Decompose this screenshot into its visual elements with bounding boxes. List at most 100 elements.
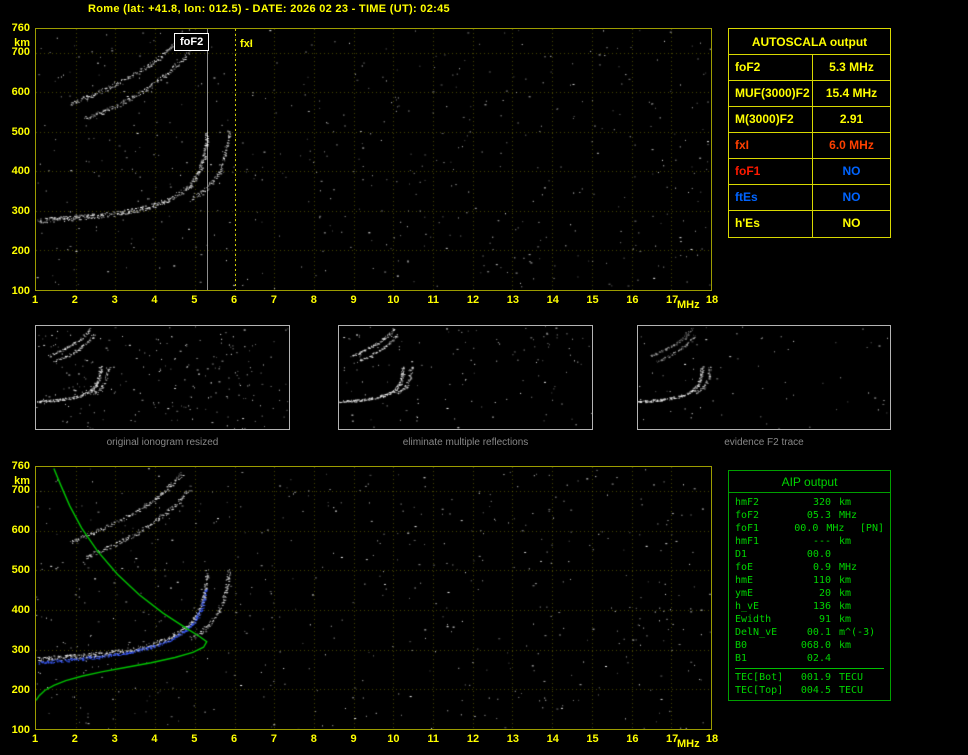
x-axis-tick-label: 3 xyxy=(111,733,118,745)
thumbnail-canvas-evidence-f2 xyxy=(638,326,890,429)
x-axis-tick-label: 6 xyxy=(231,733,238,745)
x-axis-tick-label: 11 xyxy=(427,733,440,745)
autoscala-value: 15.4 MHz xyxy=(825,86,878,100)
aip-unit: MHz xyxy=(826,523,845,534)
autoscala-value: NO xyxy=(842,216,861,230)
aip-tec-rows: TEC[Bot] 001.9 TECU TEC[Top] 004.5 TECU xyxy=(735,668,884,697)
aip-val: 00.0 xyxy=(806,549,831,560)
aip-unit: MHz xyxy=(839,562,858,573)
autoscala-value: 6.0 MHz xyxy=(829,138,874,152)
aip-name: Ewidth xyxy=(735,614,772,625)
x-axis-tick-label: 15 xyxy=(586,294,599,306)
y-axis-tick-label: 100 xyxy=(11,285,30,297)
x-axis-tick-label: 7 xyxy=(270,733,277,745)
aip-unit: km xyxy=(839,614,852,625)
aip-unit: km xyxy=(839,575,852,586)
autoscala-value: NO xyxy=(842,190,861,204)
aip-val: --- xyxy=(812,536,831,547)
x-axis-tick-label: 2 xyxy=(71,733,78,745)
aip-val: 05.3 xyxy=(806,510,831,521)
autoscala-param: fxI xyxy=(729,133,813,158)
y-axis-tick-label: 760 xyxy=(11,22,30,34)
autoscala-value: 5.3 MHz xyxy=(829,60,874,74)
ionogram-canvas-bottom xyxy=(36,467,711,729)
aip-val: 004.5 xyxy=(800,685,831,696)
aip-row: TEC[Top] 004.5 TECU xyxy=(735,684,884,697)
autoscala-value: 2.91 xyxy=(839,112,864,126)
aip-extra xyxy=(873,509,877,522)
x-axis-tick-label: 5 xyxy=(191,733,198,745)
aip-unit: km xyxy=(839,497,852,508)
thumbnail-caption-evidence-f2: evidence F2 trace xyxy=(724,437,804,448)
aip-val: 00.1 xyxy=(806,627,831,638)
x-axis-tick-label: 14 xyxy=(546,294,559,306)
aip-unit: MHz xyxy=(839,510,858,521)
y-axis-tick-label: 200 xyxy=(11,684,30,696)
autoscala-row: M(3000)F2 2.91 xyxy=(729,107,890,133)
y-axis-tick-label: 300 xyxy=(11,644,30,656)
autoscala-param: ftEs xyxy=(729,185,813,210)
x-axis-unit-label: MHz xyxy=(676,299,700,311)
y-axis-unit-label: km xyxy=(14,475,30,487)
aip-name: D1 xyxy=(735,549,748,560)
x-axis-tick-label: 14 xyxy=(546,733,559,745)
x-axis-tick-label: 8 xyxy=(310,733,317,745)
aip-name: B1 xyxy=(735,653,748,664)
aip-row: D1 00.0 xyxy=(735,548,884,561)
x-axis-tick-label: 13 xyxy=(506,294,519,306)
aip-unit: km xyxy=(839,640,852,651)
aip-name: h_vE xyxy=(735,601,760,612)
thumbnail-original-ionogram xyxy=(35,325,290,430)
autoscala-param: M(3000)F2 xyxy=(729,107,813,132)
x-axis-tick-label: 4 xyxy=(151,294,158,306)
y-axis-tick-label: 400 xyxy=(11,165,30,178)
aip-row: h_vE 136 km xyxy=(735,600,884,613)
aip-extra xyxy=(873,535,877,548)
y-axis-tick-label: 100 xyxy=(11,724,30,736)
aip-table-rows: hmF2 320 km foF2 05.3 MHz foF1 00.0 MHz [PN] hmF1-… xyxy=(729,493,890,665)
aip-extra xyxy=(873,613,877,626)
autoscala-row: foF1 NO xyxy=(729,159,890,185)
x-axis-tick-label: 9 xyxy=(350,294,357,306)
aip-val: 068.0 xyxy=(800,640,831,651)
aip-extra xyxy=(873,574,877,587)
autoscala-param: foF1 xyxy=(729,159,813,184)
x-axis-tick-label: 8 xyxy=(310,294,317,306)
aip-row: foE 0.9 MHz xyxy=(735,561,884,574)
y-axis-unit-label: km xyxy=(14,37,30,49)
autoscala-param: MUF(3000)F2 xyxy=(729,81,813,106)
autoscala-row: MUF(3000)F2 15.4 MHz xyxy=(729,81,890,107)
ionogram-plot-bottom xyxy=(35,466,712,730)
aip-name: foE xyxy=(735,562,754,573)
aip-name: ymE xyxy=(735,588,754,599)
aip-name: foF1 xyxy=(735,523,760,534)
aip-name: TEC[Bot] xyxy=(735,672,784,683)
y-axis-tick-label: 600 xyxy=(11,524,30,536)
x-axis-tick-label: 6 xyxy=(231,294,238,306)
aip-unit: km xyxy=(839,588,852,599)
aip-val: 001.9 xyxy=(800,672,831,683)
x-axis-tick-label: 12 xyxy=(466,733,480,745)
aip-name: foF2 xyxy=(735,510,760,521)
aip-extra xyxy=(873,639,877,652)
autoscala-param: foF2 xyxy=(729,55,813,80)
aip-unit xyxy=(831,548,873,561)
fxi-label: fxI xyxy=(240,38,253,50)
aip-row: DelN_vE 00.1 m^(-3) xyxy=(735,626,884,639)
ionogram-plot-top: foF2 fxI xyxy=(35,28,712,291)
x-axis-tick-label: 2 xyxy=(71,294,78,306)
aip-name: B0 xyxy=(735,640,748,651)
aip-name: TEC[Top] xyxy=(735,685,784,696)
aip-val: 02.4 xyxy=(806,653,831,664)
aip-val: 20 xyxy=(818,588,831,599)
page-title: Rome (lat: +41.8, lon: 012.5) - DATE: 20… xyxy=(88,3,450,15)
x-axis-tick-label: 16 xyxy=(626,294,639,306)
autoscala-param: h'Es xyxy=(729,211,813,237)
y-axis-tick-label: 600 xyxy=(11,85,30,98)
x-axis-tick-label: 15 xyxy=(586,733,599,745)
aip-row: B1 02.4 xyxy=(735,652,884,665)
x-axis-unit-label: MHz xyxy=(676,738,700,750)
aip-val: 00.0 xyxy=(794,523,819,534)
x-axis-tick-label: 18 xyxy=(705,294,719,306)
thumbnail-canvas-original xyxy=(36,326,289,429)
